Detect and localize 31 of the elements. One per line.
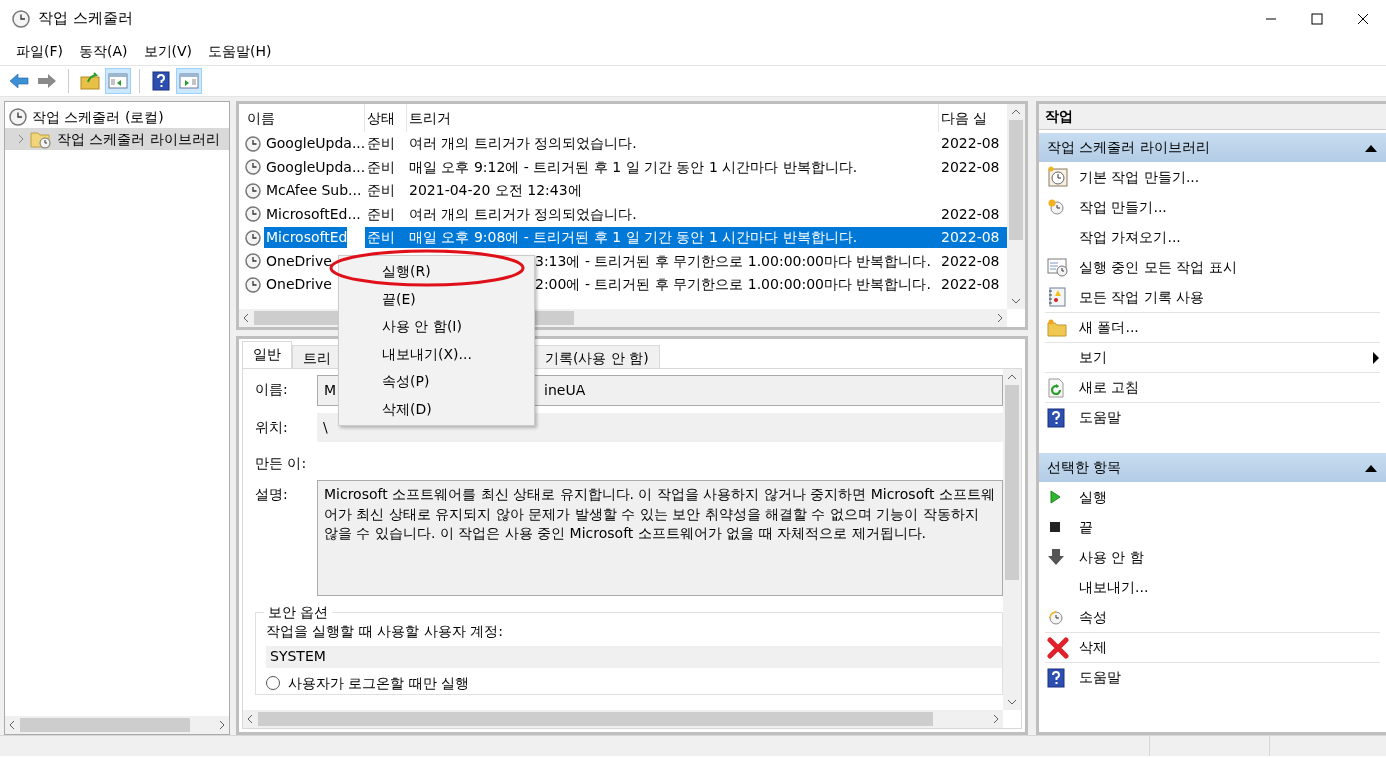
table-cell: 2022-08 [939, 227, 1007, 249]
field-label: 작업을 실행할 때 사용할 사용자 계정: [266, 622, 504, 641]
table-cell-text: 준비 [366, 204, 396, 224]
table-cell-text: 2022-08 [940, 134, 1001, 154]
table-cell-text: 2:00에 - 트리거된 후 무기한으로 1.00:00:00마다 반복합니다. [534, 275, 932, 295]
table-cell: 매일 오후 9:08에 - 트리거된 후 1 일 기간 동안 1 시간마다 반복합니다. [407, 227, 939, 249]
account-field: SYSTEM [266, 646, 1002, 668]
table-cell-text: 준비 [366, 181, 396, 201]
table-cell-text: 준비 [366, 157, 396, 177]
table-cell-text: 2022-08 [940, 251, 1001, 271]
field-label: 만든 이: [255, 454, 308, 473]
field-label: 위치: [255, 418, 289, 437]
radio-label: 사용자가 로그온할 때만 실행 [288, 673, 470, 693]
window-title: 작업 스케줄러 [38, 8, 133, 30]
table-cell-text: 2022-08 [940, 157, 1001, 177]
table-cell-text: 2022-08 [940, 204, 1001, 224]
table-cell-text: 2021-04-20 오전 12:43에 [408, 181, 583, 201]
description-field: Microsoft 소프트웨어를 최신 상태로 유지합니다. 이 작업을 사용하지 않거나 중지하면 Microsoft 소프트웨어가 최신 상태로 유지되지 않아 문제가 발생할 수 있는 보안 취약성을 해결할 수 없으며 기능이 작동하지 않을 수 있습니다. 이 작업은 사용 중인 Microsoft 소프트웨어가 없을 때 자체적으로 제거됩니다. [317, 480, 1003, 596]
pane-title: 작업 [1039, 104, 1386, 130]
field-value: M [324, 382, 337, 398]
field-label: 설명: [255, 485, 289, 504]
table-cell-text: 여러 개의 트리거가 정의되었습니다. [408, 204, 638, 224]
table-cell-text: 2022-08 [940, 275, 1001, 295]
table-cell-text: 여러 개의 트리거가 정의되었습니다. [408, 134, 638, 154]
table-cell: 준비 [365, 227, 407, 249]
section-title: 선택한 항목 [1047, 458, 1122, 477]
section-title: 작업 스케줄러 라이브러리 [1047, 138, 1210, 157]
field-label: 이름: [255, 380, 289, 399]
table-cell-text: 매일 오후 9:12에 - 트리거된 후 1 일 기간 동안 1 시간마다 반복합니다. [408, 157, 859, 177]
field-value: ineUA [544, 382, 586, 398]
table-cell-text: 준비 [366, 134, 396, 154]
